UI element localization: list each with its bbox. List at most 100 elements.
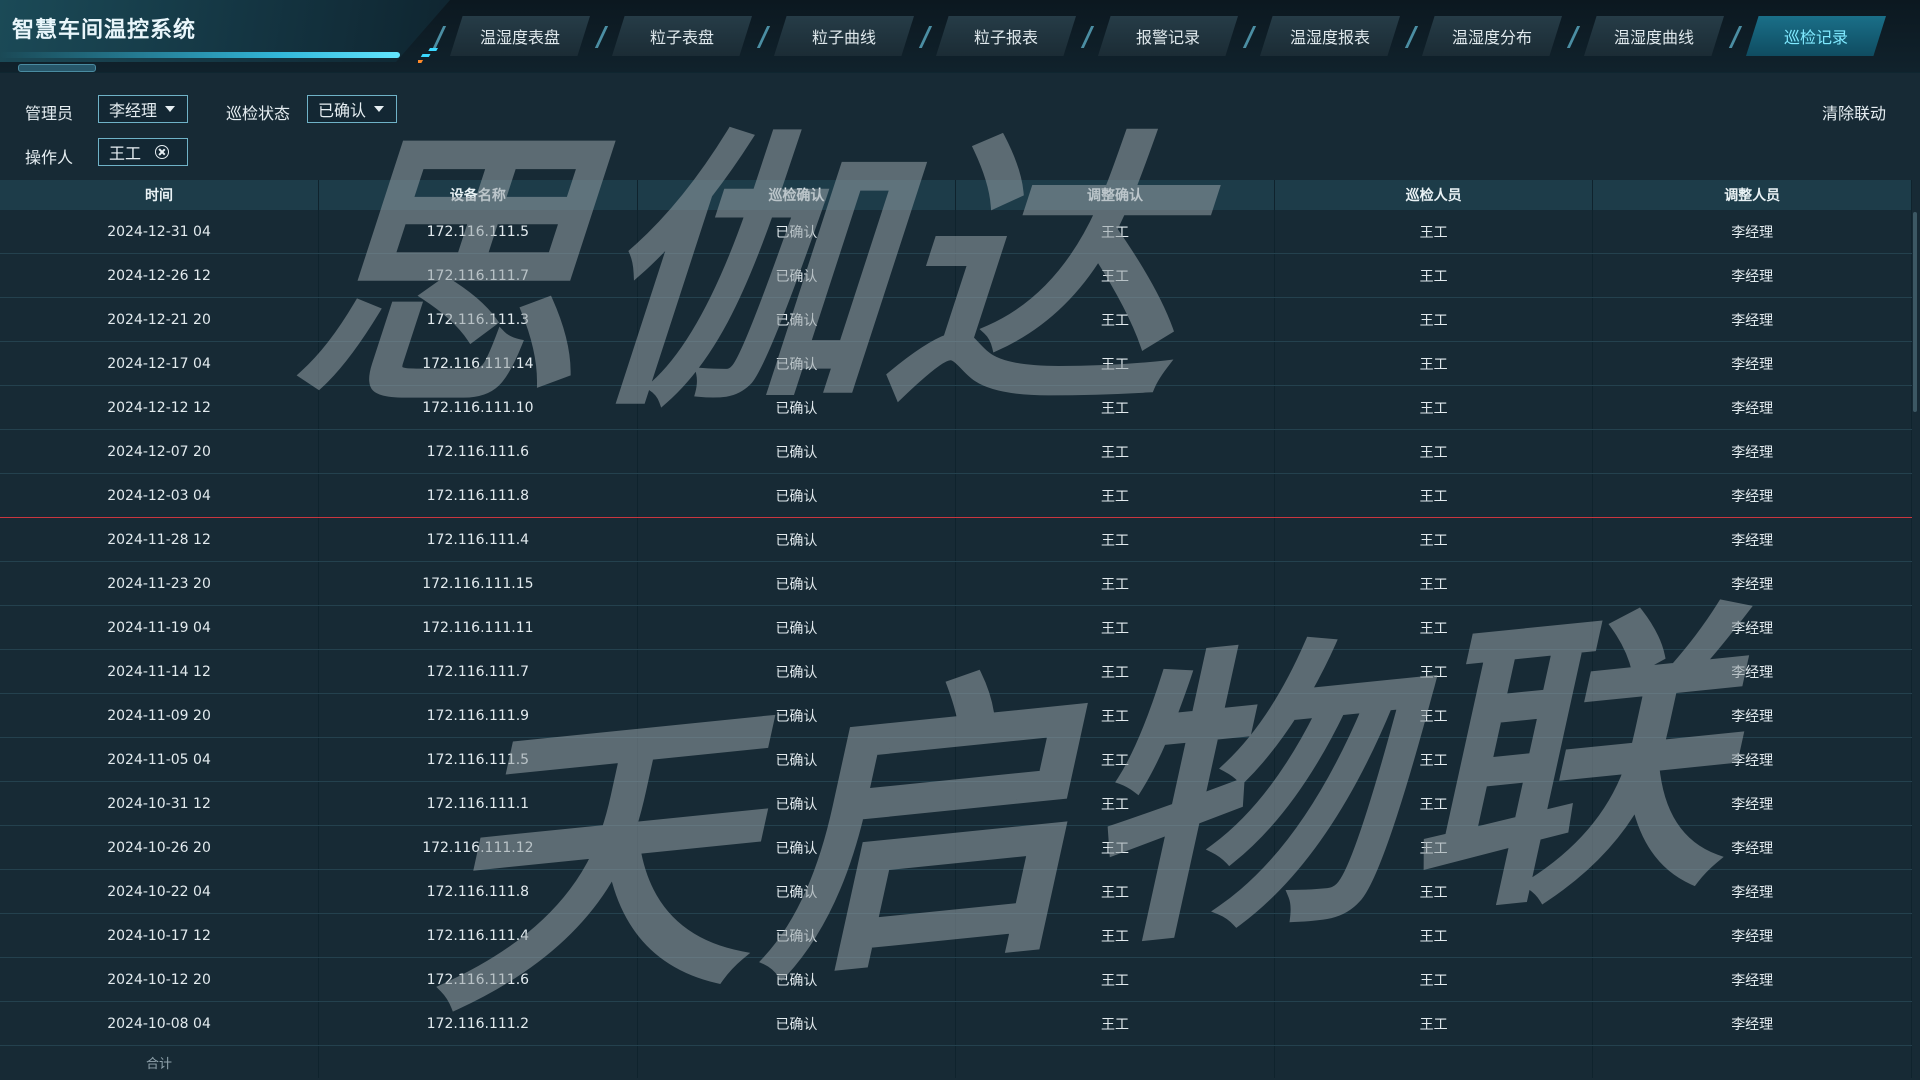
table-cell: 已确认 <box>637 517 957 562</box>
table-cell: 王工 <box>955 341 1275 386</box>
table-cell: 王工 <box>955 737 1275 782</box>
table-row[interactable]: 2024-11-23 20 172.116.111.15 已确认 王工 王工 李经理 <box>0 561 1912 606</box>
table-cell: 王工 <box>955 693 1275 738</box>
tab-3[interactable]: 粒子报表 <box>936 16 1076 56</box>
tab-8[interactable]: 巡检记录 <box>1746 16 1886 56</box>
column-header[interactable]: 巡检确认 <box>637 180 957 210</box>
table-cell: 李经理 <box>1592 693 1912 738</box>
title-decoration <box>18 64 96 72</box>
table-row[interactable]: 2024-11-14 12 172.116.111.7 已确认 王工 王工 李经理 <box>0 649 1912 694</box>
tab-divider <box>432 26 447 48</box>
table-row[interactable]: 2024-10-22 04 172.116.111.8 已确认 王工 王工 李经理 <box>0 869 1912 914</box>
table-row[interactable]: 2024-12-12 12 172.116.111.10 已确认 王工 王工 李经理 <box>0 385 1912 430</box>
operator-tag-value: 王工 <box>109 144 142 163</box>
table-cell: 王工 <box>955 869 1275 914</box>
table-cell: 172.116.111.3 <box>318 297 638 342</box>
tab-label: 温湿度报表 <box>1289 28 1370 47</box>
column-header[interactable]: 设备名称 <box>318 180 638 210</box>
table-cell: 172.116.111.5 <box>318 210 638 254</box>
table-cell: 已确认 <box>637 561 957 606</box>
table-cell: 2024-12-12 12 <box>0 385 320 430</box>
tab-divider <box>594 26 609 48</box>
tab-4[interactable]: 报警记录 <box>1098 16 1238 56</box>
clear-icon[interactable] <box>155 145 170 159</box>
table-row[interactable]: 2024-11-28 12 172.116.111.4 已确认 王工 王工 李经理 <box>0 517 1912 562</box>
admin-select[interactable]: 李经理 <box>98 95 188 123</box>
table-cell: 王工 <box>955 957 1275 1002</box>
table-cell: 李经理 <box>1592 605 1912 650</box>
tab-1[interactable]: 粒子表盘 <box>612 16 752 56</box>
table-scrollbar[interactable] <box>1913 212 1917 412</box>
table-cell: 王工 <box>955 210 1275 254</box>
tab-bar: 温湿度表盘 粒子表盘 粒子曲线 粒子报表 报警记录 温湿度报表 温湿度分布 温湿度曲线 巡检记录 <box>432 16 1920 56</box>
table-cell: 王工 <box>955 825 1275 870</box>
tab-divider <box>1566 26 1581 48</box>
table-cell: 2024-10-17 12 <box>0 913 320 958</box>
tab-label: 粒子报表 <box>973 28 1038 47</box>
table-cell: 李经理 <box>1592 561 1912 606</box>
table-cell: 李经理 <box>1592 781 1912 826</box>
table-row[interactable]: 2024-10-31 12 172.116.111.1 已确认 王工 王工 李经理 <box>0 781 1912 826</box>
tab-label: 巡检记录 <box>1783 28 1848 47</box>
table-cell: 李经理 <box>1592 825 1912 870</box>
column-header[interactable]: 时间 <box>0 180 320 210</box>
table-cell: 王工 <box>1274 341 1594 386</box>
table-cell: 172.116.111.8 <box>318 473 638 518</box>
table-cell: 2024-11-05 04 <box>0 737 320 782</box>
table-row[interactable]: 2024-11-09 20 172.116.111.9 已确认 王工 王工 李经理 <box>0 693 1912 738</box>
table-row[interactable]: 2024-10-08 04 172.116.111.2 已确认 王工 王工 李经理 <box>0 1001 1912 1046</box>
table-cell: 王工 <box>955 473 1275 518</box>
app-title: 智慧车间温控系统 <box>12 18 197 43</box>
table-cell: 2024-12-21 20 <box>0 297 320 342</box>
tab-5[interactable]: 温湿度报表 <box>1260 16 1400 56</box>
table-cell: 王工 <box>955 517 1275 562</box>
table-cell: 王工 <box>1274 1001 1594 1046</box>
tab-6[interactable]: 温湿度分布 <box>1422 16 1562 56</box>
operator-tag[interactable]: 王工 <box>98 138 188 166</box>
table-cell: 172.116.111.8 <box>318 869 638 914</box>
table-row[interactable]: 2024-10-12 20 172.116.111.6 已确认 王工 王工 李经理 <box>0 957 1912 1002</box>
column-header[interactable]: 调整人员 <box>1592 180 1912 210</box>
table-row[interactable]: 2024-12-07 20 172.116.111.6 已确认 王工 王工 李经理 <box>0 429 1912 474</box>
tab-0[interactable]: 温湿度表盘 <box>450 16 590 56</box>
tab-divider <box>1404 26 1419 48</box>
table-cell: 李经理 <box>1592 869 1912 914</box>
table-row[interactable]: 2024-11-05 04 172.116.111.5 已确认 王工 王工 李经理 <box>0 737 1912 782</box>
table-row[interactable]: 2024-12-03 04 172.116.111.8 已确认 王工 王工 李经理 <box>0 473 1912 518</box>
column-header[interactable]: 巡检人员 <box>1274 180 1594 210</box>
tab-2[interactable]: 粒子曲线 <box>774 16 914 56</box>
table-row[interactable]: 2024-10-17 12 172.116.111.4 已确认 王工 王工 李经理 <box>0 913 1912 958</box>
table-row[interactable]: 2024-11-19 04 172.116.111.11 已确认 王工 王工 李经理 <box>0 605 1912 650</box>
table-cell: 2024-10-31 12 <box>0 781 320 826</box>
table-row[interactable]: 2024-12-26 12 172.116.111.7 已确认 王工 王工 李经理 <box>0 253 1912 298</box>
table-cell: 已确认 <box>637 649 957 694</box>
clear-linkage-button[interactable]: 清除联动 <box>1822 100 1886 124</box>
records-table: 时间 设备名称 巡检确认 调整确认 巡检人员 调整人员 2024-12-31 04 172.… <box>0 180 1912 1078</box>
table-cell: 172.116.111.4 <box>318 913 638 958</box>
table-cell: 王工 <box>1274 297 1594 342</box>
table-cell: 已确认 <box>637 781 957 826</box>
records-table-container: 时间 设备名称 巡检确认 调整确认 巡检人员 调整人员 2024-12-31 04 172.… <box>0 180 1920 1080</box>
table-cell: 172.116.111.2 <box>318 1001 638 1046</box>
table-cell: 2024-10-12 20 <box>0 957 320 1002</box>
status-select[interactable]: 已确认 <box>307 95 397 123</box>
table-cell: 李经理 <box>1592 913 1912 958</box>
tab-label: 温湿度表盘 <box>479 28 560 47</box>
operator-label: 操作人 <box>25 148 74 167</box>
table-cell: 已确认 <box>637 385 957 430</box>
tab-divider <box>756 26 771 48</box>
table-cell: 2024-12-31 04 <box>0 210 320 254</box>
column-header[interactable]: 调整确认 <box>955 180 1275 210</box>
table-cell: 172.116.111.6 <box>318 429 638 474</box>
admin-label: 管理员 <box>25 104 74 123</box>
table-cell: 已确认 <box>637 253 957 298</box>
table-row[interactable]: 2024-12-31 04 172.116.111.5 已确认 王工 王工 李经理 <box>0 210 1912 254</box>
table-cell: 王工 <box>955 561 1275 606</box>
table-cell: 王工 <box>1274 517 1594 562</box>
tab-7[interactable]: 温湿度曲线 <box>1584 16 1724 56</box>
table-row[interactable]: 2024-12-17 04 172.116.111.14 已确认 王工 王工 李经理 <box>0 341 1912 386</box>
tab-divider <box>1080 26 1095 48</box>
table-row[interactable]: 2024-12-21 20 172.116.111.3 已确认 王工 王工 李经理 <box>0 297 1912 342</box>
table-row[interactable]: 2024-10-26 20 172.116.111.12 已确认 王工 王工 李经理 <box>0 825 1912 870</box>
table-cell: 王工 <box>1274 737 1594 782</box>
